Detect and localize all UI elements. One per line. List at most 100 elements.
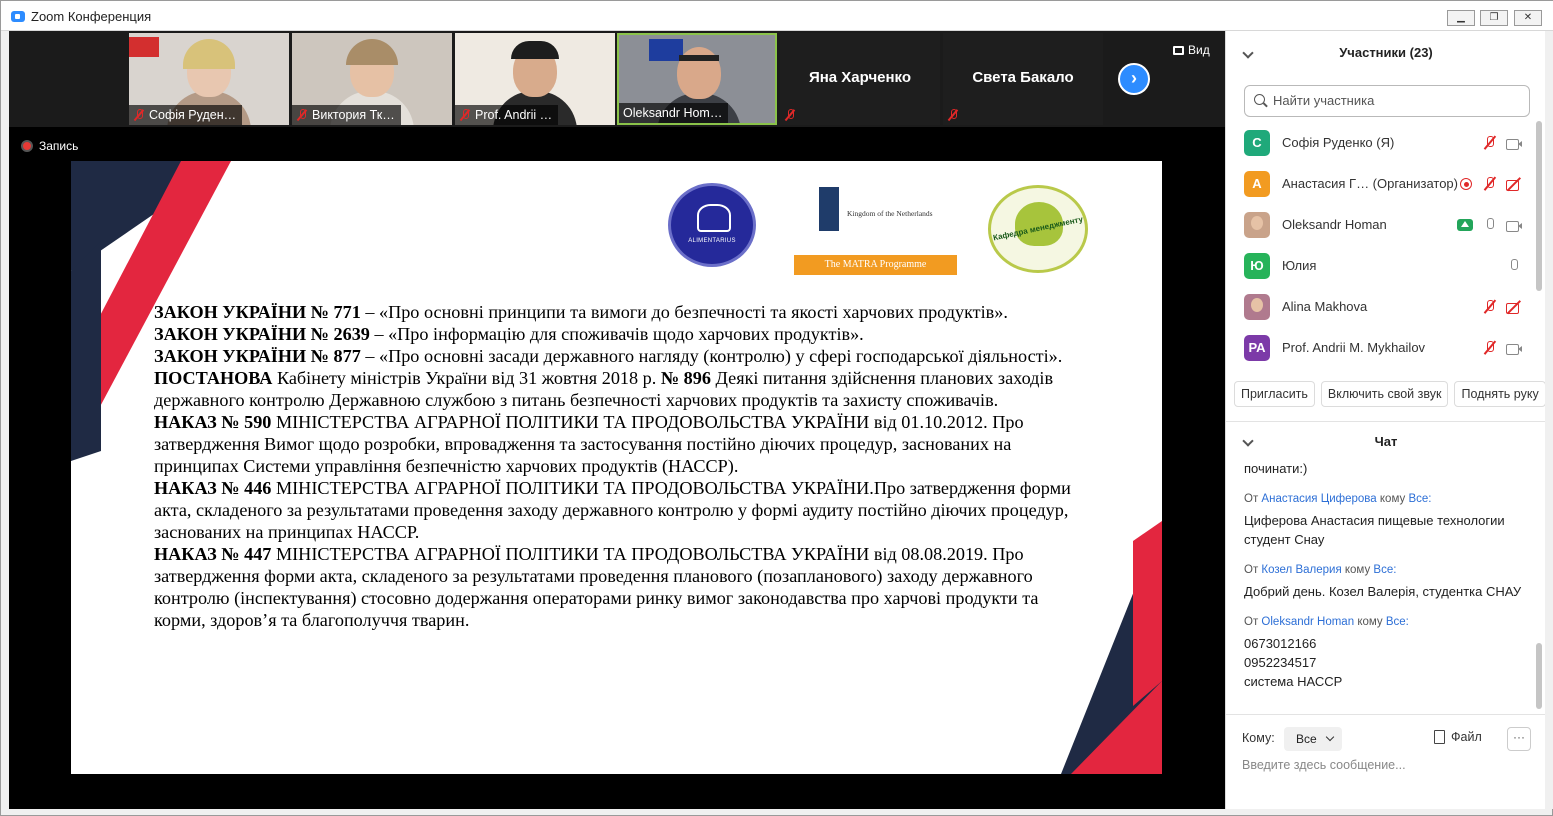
- mic-muted-icon[interactable]: [1482, 176, 1498, 192]
- meeting-area: Софія Руден… Виктория Тк… Prof. Andrii ……: [9, 31, 1225, 809]
- tile-name-bar: Виктория Тк…: [292, 105, 401, 125]
- participant-row[interactable]: С Софія Руденко (Я): [1226, 123, 1536, 164]
- video-tile-3[interactable]: Prof. Andrii …: [455, 33, 615, 125]
- slide-paragraph: НАКАЗ № 446 МІНІСТЕРСТВА АГРАРНОЇ ПОЛІТИ…: [154, 478, 1071, 542]
- tile-name: Яна Харченко: [808, 69, 912, 86]
- side-panel: Участники (23) Найти участника С Софія Р…: [1225, 31, 1546, 809]
- mic-icon[interactable]: [1506, 258, 1522, 274]
- avatar: С: [1244, 130, 1270, 156]
- participants-scrollbar[interactable]: [1536, 121, 1542, 291]
- participant-name: Alina Makhova: [1282, 299, 1368, 314]
- message-text: 0673012166 0952234517 система НАССР: [1244, 636, 1343, 689]
- participant-row[interactable]: Alina Makhova: [1226, 287, 1536, 328]
- invite-button[interactable]: Пригласить: [1234, 381, 1315, 407]
- gallery-strip: Софія Руден… Виктория Тк… Prof. Andrii ……: [9, 31, 1225, 127]
- message-meta: От Oleksandr Homan кому Все:: [1244, 616, 1409, 628]
- recipient-select[interactable]: Все: [1284, 727, 1342, 751]
- zoom-window: Zoom Конференция ▁ ❐ ✕ Софія Руден… Викт…: [0, 0, 1553, 816]
- participant-row[interactable]: PA Prof. Andrii M. Mykhailov: [1226, 328, 1536, 369]
- tile-name-bar: Софія Руден…: [129, 105, 243, 125]
- message-meta: От Анастасия Циферова кому Все:: [1244, 493, 1432, 505]
- tile-name: Виктория Тк…: [312, 108, 395, 122]
- avatar: PA: [1244, 335, 1270, 361]
- maximize-button[interactable]: ❐: [1480, 10, 1508, 26]
- chat-message: От Oleksandr Homan кому Все: 0673012166 …: [1244, 613, 1534, 691]
- participant-search-input[interactable]: Найти участника: [1244, 85, 1530, 117]
- unmute-self-button[interactable]: Включить свой звук: [1320, 381, 1449, 407]
- camera-icon[interactable]: [1506, 217, 1522, 233]
- view-button[interactable]: Вид: [1173, 43, 1210, 57]
- minimize-button[interactable]: ▁: [1447, 10, 1475, 26]
- video-tile-1[interactable]: Софія Руден…: [129, 33, 289, 125]
- title-bar: Zoom Конференция ▁ ❐ ✕: [1, 1, 1553, 31]
- tile-name: Oleksandr Hom…: [623, 106, 723, 120]
- tile-name: Софія Руден…: [149, 108, 237, 122]
- zoom-app-icon: [11, 11, 25, 22]
- message-text: Добрий день. Козел Валерія, студентка СН…: [1244, 584, 1522, 599]
- slide-paragraph: НАКАЗ № 590 МІНІСТЕРСТВА АГРАРНОЇ ПОЛІТИ…: [154, 412, 1024, 476]
- mic-muted-icon: [133, 109, 145, 121]
- slide-logos: ALIMENTARIUS Kingdom of the Netherlands …: [71, 181, 1162, 281]
- mic-muted-icon: [459, 109, 471, 121]
- chat-title: Чат: [1374, 434, 1398, 449]
- message-text: Циферова Анастасия пищевые технологии ст…: [1244, 513, 1505, 547]
- netherlands-logo-text: Kingdom of the Netherlands: [847, 209, 933, 218]
- tile-name: Prof. Andrii …: [475, 108, 553, 122]
- participant-row[interactable]: А Анастасия Г… (Организатор): [1226, 164, 1536, 205]
- recording-indicator[interactable]: Запись: [21, 139, 78, 153]
- chat-scrollbar[interactable]: [1536, 643, 1542, 709]
- recording-icon: [1458, 176, 1474, 192]
- camera-icon[interactable]: [1506, 340, 1522, 356]
- next-page-button[interactable]: ›: [1118, 63, 1150, 95]
- slide-paragraph: ЗАКОН УКРАЇНИ № 877 – «Про основні засад…: [154, 346, 1063, 366]
- slide-paragraph: НАКАЗ № 447 МІНІСТЕРСТВА АГРАРНОЇ ПОЛІТИ…: [154, 544, 1039, 630]
- video-tile-2[interactable]: Виктория Тк…: [292, 33, 452, 125]
- video-tile-4-active-speaker[interactable]: Oleksandr Hom…: [617, 33, 777, 125]
- participant-name: Анастасия Г… (Организатор): [1282, 176, 1458, 191]
- mic-muted-icon: [784, 109, 796, 121]
- headset: [679, 55, 719, 61]
- file-button[interactable]: Файл: [1434, 730, 1482, 744]
- chat-message-input[interactable]: Введите здесь сообщение...: [1242, 758, 1532, 772]
- file-label: Файл: [1451, 730, 1482, 744]
- participant-row[interactable]: Ю Юлия: [1226, 246, 1536, 287]
- flag-decoration: [129, 37, 159, 57]
- window-scroll-track: [1545, 31, 1553, 809]
- file-icon: [1434, 730, 1445, 744]
- participant-name: Prof. Andrii M. Mykhailov: [1282, 340, 1426, 355]
- participants-title: Участники (23): [1339, 45, 1433, 60]
- management-department-logo: Кафедра менеджменту: [988, 185, 1088, 273]
- recording-label: Запись: [39, 139, 79, 153]
- camera-icon[interactable]: [1506, 135, 1522, 151]
- mic-muted-icon[interactable]: [1482, 299, 1498, 315]
- participant-name: Юлия: [1282, 258, 1317, 273]
- recipient-value: Все: [1296, 732, 1317, 746]
- to-label: Кому:: [1242, 731, 1275, 745]
- name-tile-1[interactable]: Яна Харченко: [780, 33, 940, 125]
- avatar: Ю: [1244, 253, 1270, 279]
- avatar: [1244, 212, 1270, 238]
- mic-muted-icon[interactable]: [1482, 340, 1498, 356]
- tile-name: Света Бакало: [972, 69, 1074, 86]
- chat-message-partial: починати:): [1244, 461, 1308, 476]
- camera-off-icon[interactable]: [1506, 299, 1522, 315]
- alimentarius-logo: ALIMENTARIUS: [668, 183, 756, 267]
- slide-paragraph: ПОСТАНОВА Кабінету міністрів України від…: [154, 368, 1054, 410]
- participant-name: Oleksandr Homan: [1282, 217, 1387, 232]
- slide-bottom-bar: [71, 774, 1162, 809]
- window-title: Zoom Конференция: [31, 9, 152, 24]
- slide-paragraph: ЗАКОН УКРАЇНИ № 2639 – «Про інформацію д…: [154, 324, 864, 344]
- mic-icon[interactable]: [1482, 217, 1498, 233]
- netherlands-crest-logo: [819, 187, 839, 231]
- participant-row[interactable]: Oleksandr Homan: [1226, 205, 1536, 246]
- raise-hand-button[interactable]: Поднять руку: [1454, 381, 1546, 407]
- mic-muted-icon: [947, 109, 959, 121]
- close-button[interactable]: ✕: [1514, 10, 1542, 26]
- mic-muted-icon[interactable]: [1482, 135, 1498, 151]
- camera-off-icon[interactable]: [1506, 176, 1522, 192]
- chat-message: От Козел Валерия кому Все: Добрий день. …: [1244, 561, 1534, 601]
- record-icon: [21, 140, 33, 152]
- slide-body-text: ЗАКОН УКРАЇНИ № 771 – «Про основні принц…: [154, 301, 1094, 631]
- name-tile-2[interactable]: Света Бакало: [943, 33, 1103, 125]
- more-options-button[interactable]: ···: [1507, 727, 1531, 751]
